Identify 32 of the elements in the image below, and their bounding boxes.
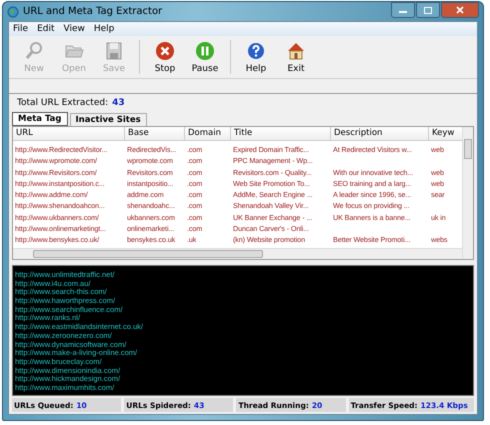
close-icon — [455, 6, 465, 14]
toolbar-button[interactable]: Help — [237, 38, 275, 76]
menu-item[interactable]: Edit — [37, 24, 54, 34]
column-header[interactable]: URL — [13, 127, 125, 140]
vertical-scrollbar[interactable] — [462, 127, 473, 259]
toolbar-button[interactable]: Stop — [146, 38, 184, 76]
tab[interactable]: Inactive Sites — [70, 113, 147, 126]
column-header[interactable]: Title — [231, 127, 331, 140]
column-header[interactable]: Description — [331, 127, 429, 140]
maximize-button[interactable] — [416, 2, 440, 18]
maximize-icon — [423, 6, 433, 14]
menu-item[interactable]: File — [13, 24, 28, 34]
magnifier-icon — [24, 40, 44, 60]
total-count: 43 — [112, 98, 125, 108]
tab[interactable]: Meta Tag — [12, 112, 68, 126]
menu-item[interactable]: View — [64, 24, 85, 34]
window-title: URL and Meta Tag Extractor — [23, 6, 162, 17]
help-icon — [246, 40, 266, 60]
column-header[interactable]: Domain — [185, 127, 231, 140]
column-header[interactable]: Base — [125, 127, 185, 140]
pause-icon — [195, 40, 215, 60]
horizontal-scrollbar[interactable] — [13, 248, 462, 259]
close-button[interactable] — [441, 2, 479, 18]
house-icon — [286, 40, 306, 60]
toolbar-button[interactable]: Exit — [277, 38, 315, 76]
minimize-button[interactable] — [391, 2, 415, 18]
globe-icon — [7, 6, 19, 18]
menu-item[interactable]: Help — [94, 24, 114, 34]
total-label: Total URL Extracted: — [17, 98, 108, 108]
toolbar-button[interactable]: Pause — [186, 38, 224, 76]
stop-icon — [155, 40, 175, 60]
column-header[interactable]: Keyw — [429, 127, 459, 140]
